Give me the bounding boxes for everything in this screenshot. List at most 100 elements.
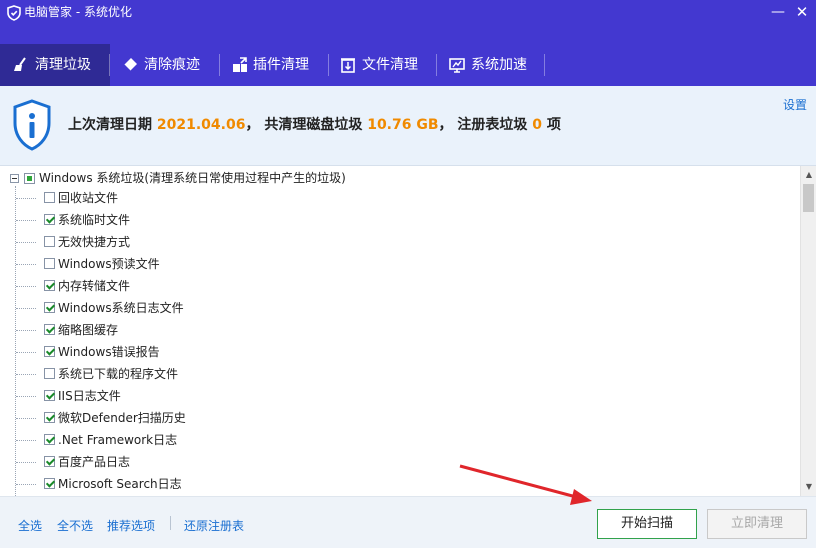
tab-label: 插件清理 [253,57,309,73]
last-clean-label: 上次清理日期 [68,117,152,133]
tree-branch-line [16,484,36,485]
tree-item[interactable]: 内存转储文件 [0,275,790,297]
tree-branch-line [16,462,36,463]
item-checkbox[interactable] [44,390,55,401]
minimize-button[interactable]: — [768,4,788,20]
item-label: 无效快捷方式 [58,235,131,249]
item-checkbox[interactable] [44,434,55,445]
shield-logo-icon [7,5,21,21]
tree-item[interactable]: 回收站文件 [0,187,790,209]
item-checkbox[interactable] [44,280,55,291]
tree-branch-line [16,242,36,243]
scroll-up-arrow[interactable]: ▲ [801,168,816,182]
junk-tree-list: Windows 系统垃圾(清理系统日常使用过程中产生的垃圾) 回收站文件系统临时… [0,166,816,496]
eraser-icon [123,58,137,72]
tree-branch-line [16,330,36,331]
shield-info-icon [13,99,51,151]
tree-item[interactable]: 百度产品日志 [0,451,790,473]
item-label: IIS日志文件 [58,389,121,403]
item-label: 百度产品日志 [58,455,131,469]
tree-item[interactable]: 无效快捷方式 [0,231,790,253]
monitor-speed-icon [449,58,465,73]
vertical-scrollbar[interactable]: ▲ ▼ [800,166,816,496]
scroll-down-arrow[interactable]: ▼ [801,480,816,494]
tree-item[interactable]: 微软Defender扫描历史 [0,407,790,429]
tree-branch-line [16,198,36,199]
clean-summary-text: 上次清理日期 2021.04.06， 共清理磁盘垃圾 10.76 GB， 注册表… [68,114,561,134]
item-label: .Net Framework日志 [58,433,178,447]
tab-clear-traces[interactable]: 清除痕迹 [110,44,220,86]
tree-item[interactable]: Windows错误报告 [0,341,790,363]
item-checkbox[interactable] [44,412,55,423]
settings-link[interactable]: 设置 [783,96,807,113]
tab-file-clean[interactable]: 文件清理 [329,44,437,86]
item-checkbox[interactable] [44,192,55,203]
registry-junk-label: 注册表垃圾 [457,117,528,133]
tree-root-label: Windows 系统垃圾(清理系统日常使用过程中产生的垃圾) [39,171,346,185]
collapse-toggle[interactable] [10,174,19,183]
tree-item[interactable]: 系统临时文件 [0,209,790,231]
disk-junk-size: 10.76 GB [367,117,439,133]
root-checkbox[interactable] [24,173,35,184]
tree-item[interactable]: 缩略图缓存 [0,319,790,341]
title-bar: 电脑管家 - 系统优化 — ✕ [0,0,816,44]
start-scan-button[interactable]: 开始扫描 [597,509,697,539]
tree-branch-line [16,418,36,419]
tree-item[interactable]: 系统已下载的程序文件 [0,363,790,385]
item-checkbox[interactable] [44,258,55,269]
tree-item[interactable]: .Net Framework日志 [0,429,790,451]
tab-bar: 清理垃圾 清除痕迹 插件清理 文件清理 系统加速 [0,44,816,86]
footer-bar: 全选 全不选 推荐选项 还原注册表 开始扫描 立即清理 [0,496,816,548]
tab-plugin-clean[interactable]: 插件清理 [220,44,329,86]
item-checkbox[interactable] [44,478,55,489]
tab-label: 系统加速 [471,57,527,73]
select-none-link[interactable]: 全不选 [57,517,93,534]
item-checkbox[interactable] [44,456,55,467]
broom-icon [14,57,26,71]
last-clean-date: 2021.04.06 [156,117,246,133]
tree-item[interactable]: Microsoft Search日志 [0,473,790,495]
file-clean-icon [341,58,355,73]
close-button[interactable]: ✕ [792,4,812,20]
scroll-thumb[interactable] [803,184,814,212]
item-label: 系统已下载的程序文件 [58,367,179,381]
tree-item[interactable]: Windows系统日志文件 [0,297,790,319]
select-all-link[interactable]: 全选 [18,517,42,534]
registry-junk-unit: 项 [546,117,561,133]
clean-now-button[interactable]: 立即清理 [707,509,807,539]
tree-item[interactable]: IIS日志文件 [0,385,790,407]
footer-separator [170,516,171,530]
recommended-link[interactable]: 推荐选项 [107,517,155,534]
disk-junk-label: 共清理磁盘垃圾 [264,117,363,133]
restore-registry-link[interactable]: 还原注册表 [184,517,244,534]
item-label: 系统临时文件 [58,213,131,227]
tab-system-speedup[interactable]: 系统加速 [437,44,545,86]
tree-item[interactable]: Windows预读文件 [0,253,790,275]
item-checkbox[interactable] [44,302,55,313]
tree-branch-line [16,374,36,375]
item-label: 内存转储文件 [58,279,131,293]
window-title: 电脑管家 - 系统优化 [24,5,132,19]
tree-branch-line [16,440,36,441]
item-checkbox[interactable] [44,214,55,225]
item-label: 微软Defender扫描历史 [58,411,186,425]
tab-clean-junk[interactable]: 清理垃圾 [0,44,110,86]
tab-separator [544,54,545,76]
item-label: Windows系统日志文件 [58,301,184,315]
item-label: 回收站文件 [58,191,119,205]
tab-label: 清理垃圾 [35,57,91,73]
tab-label: 文件清理 [362,57,418,73]
item-checkbox[interactable] [44,346,55,357]
item-label: Windows预读文件 [58,257,160,271]
separator-comma: ， [245,117,260,133]
item-label: Windows错误报告 [58,345,160,359]
item-checkbox[interactable] [44,324,55,335]
item-checkbox[interactable] [44,368,55,379]
tree-branch-line [16,220,36,221]
item-checkbox[interactable] [44,236,55,247]
tree-branch-line [16,286,36,287]
clean-summary-bar: 上次清理日期 2021.04.06， 共清理磁盘垃圾 10.76 GB， 注册表… [0,86,816,166]
item-label: 缩略图缓存 [58,323,119,337]
tree-branch-line [16,396,36,397]
registry-junk-count: 0 [532,117,543,133]
